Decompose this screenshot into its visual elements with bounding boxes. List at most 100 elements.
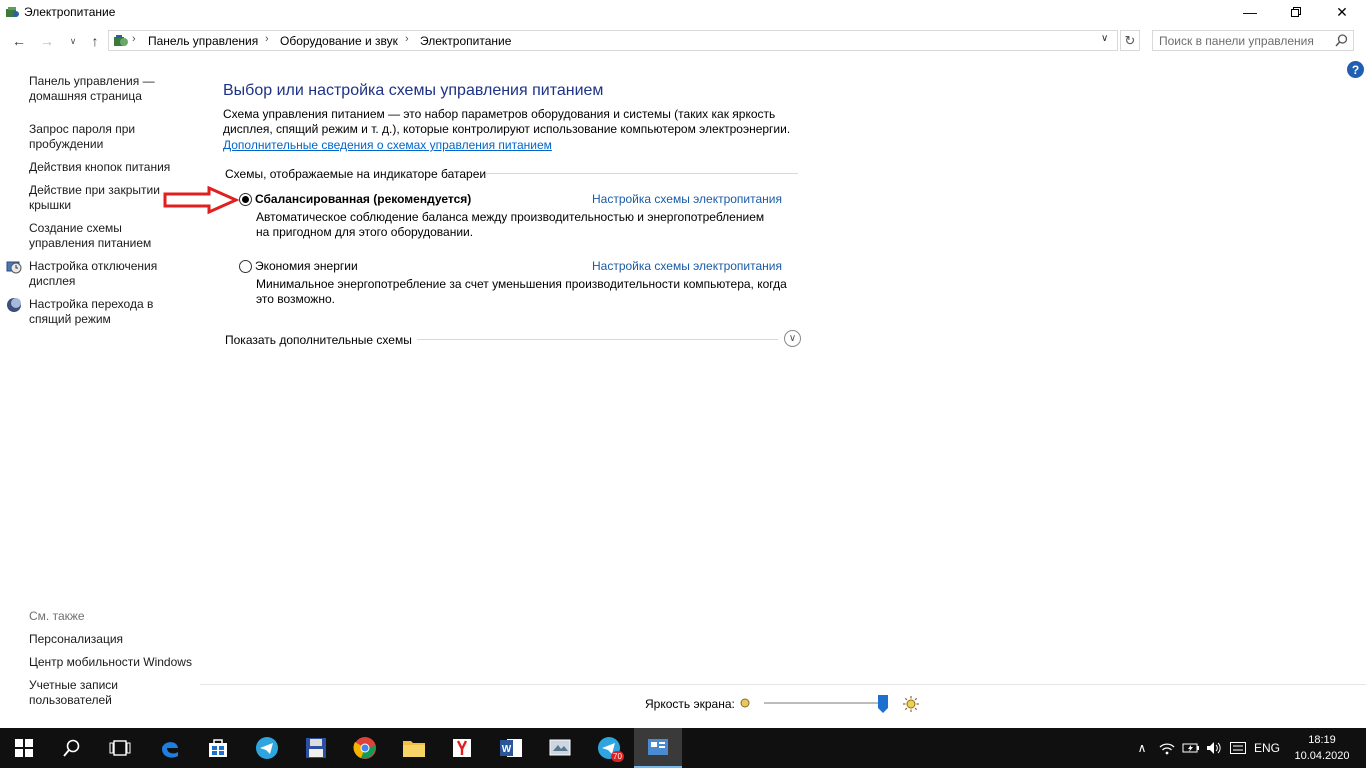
clock-date: 10.04.2020 <box>1294 750 1350 762</box>
svg-text:W: W <box>502 744 512 755</box>
see-also-personalization[interactable]: Персонализация <box>29 632 189 647</box>
keyboard-icon <box>1230 742 1246 754</box>
search-icon <box>63 739 80 757</box>
recent-locations-button[interactable]: ∨ <box>62 28 84 54</box>
plan-power-saver-radio[interactable] <box>239 260 252 273</box>
wifi-icon <box>1159 743 1175 755</box>
more-info-link[interactable]: Дополнительные сведения о схемах управле… <box>223 138 552 152</box>
title-bar: Электропитание — ✕ <box>0 0 1366 24</box>
search-box[interactable] <box>1152 30 1354 51</box>
start-icon <box>15 739 33 757</box>
close-button[interactable]: ✕ <box>1319 0 1365 24</box>
plan-balanced-settings-link[interactable]: Настройка схемы электропитания <box>592 192 782 206</box>
group-divider <box>486 173 798 174</box>
telegram-unread-badge: 70 <box>611 751 624 762</box>
minimize-icon: — <box>1243 4 1257 20</box>
expand-plans-button[interactable]: ∨ <box>784 330 801 347</box>
telegram-icon <box>256 737 278 759</box>
file-explorer-icon <box>403 741 425 757</box>
search-input[interactable] <box>1159 33 1329 48</box>
forward-button[interactable]: → <box>36 28 58 54</box>
taskbar-telegram-2[interactable]: 70 <box>585 728 633 768</box>
address-dropdown-icon[interactable]: ∨ <box>1101 33 1108 44</box>
taskbar-word[interactable]: W <box>487 728 535 768</box>
tray-overflow-button[interactable]: ∧ <box>1134 728 1150 768</box>
plan-balanced-name[interactable]: Сбалансированная (рекомендуется) <box>255 192 471 206</box>
word-icon: W <box>500 739 522 757</box>
chevron-down-icon: ∨ <box>69 35 77 46</box>
sidebar-item-power-buttons[interactable]: Действия кнопок питания <box>29 160 189 175</box>
breadcrumb-power-options[interactable]: Электропитание <box>420 34 511 48</box>
show-more-plans-label[interactable]: Показать дополнительные схемы <box>225 333 412 347</box>
display-clock-icon <box>6 261 22 274</box>
taskbar-app-floppy[interactable] <box>292 728 340 768</box>
up-button[interactable]: ↑ <box>84 28 106 54</box>
tray-input-indicator[interactable] <box>1228 728 1248 768</box>
control-panel-icon <box>648 739 668 755</box>
tray-battery[interactable] <box>1181 728 1201 768</box>
brightness-high-icon <box>903 696 919 712</box>
chrome-icon <box>353 737 376 759</box>
tray-clock[interactable]: 18:19 10.04.2020 <box>1290 732 1354 764</box>
taskbar-chrome[interactable] <box>341 728 389 768</box>
search-icon[interactable] <box>1335 34 1348 47</box>
arrow-left-icon: ← <box>12 33 26 49</box>
start-button[interactable] <box>0 728 48 768</box>
plans-group-label: Схемы, отображаемые на индикаторе батаре… <box>225 167 487 181</box>
taskbar-app-window[interactable] <box>536 728 584 768</box>
taskbar-store[interactable] <box>194 728 242 768</box>
red-arrow-annotation <box>163 186 239 214</box>
footer-divider <box>200 684 1366 685</box>
speaker-icon <box>1207 742 1221 754</box>
taskbar-file-explorer[interactable] <box>390 728 438 768</box>
restore-button[interactable] <box>1273 0 1319 24</box>
brightness-slider-fill <box>764 702 884 704</box>
plan-power-saver-name[interactable]: Экономия энергии <box>255 259 358 273</box>
tray-language[interactable]: ENG <box>1252 728 1282 768</box>
brightness-slider-track[interactable] <box>764 702 888 704</box>
breadcrumb-control-panel[interactable]: Панель управления <box>148 34 258 48</box>
taskbar-telegram[interactable] <box>243 728 291 768</box>
breadcrumb-hardware-sound[interactable]: Оборудование и звук <box>280 34 398 48</box>
plan-power-saver-description: Минимальное энергопотребление за счет ум… <box>256 277 787 306</box>
battery-charging-icon <box>1182 743 1199 753</box>
window-title: Электропитание <box>24 5 116 19</box>
tray-network[interactable] <box>1158 728 1176 768</box>
sidebar-item-lid-close[interactable]: Действие при закрытии крышки <box>29 183 169 213</box>
minimize-button[interactable]: — <box>1227 0 1273 24</box>
tray-volume[interactable] <box>1204 728 1224 768</box>
moon-icon <box>7 298 21 312</box>
sidebar-item-password-on-wake[interactable]: Запрос пароля при пробуждении <box>29 122 189 152</box>
chevron-down-icon: ∨ <box>788 333 797 344</box>
see-also-heading: См. также <box>29 609 85 623</box>
see-also-mobility-center[interactable]: Центр мобильности Windows <box>29 655 199 670</box>
plan-power-saver-settings-link[interactable]: Настройка схемы электропитания <box>592 259 782 273</box>
see-also-user-accounts[interactable]: Учетные записи пользователей <box>29 678 129 708</box>
taskbar-yandex[interactable] <box>438 728 486 768</box>
clock-time: 18:19 <box>1308 734 1336 746</box>
sidebar-item-create-plan[interactable]: Создание схемы управления питанием <box>29 221 189 251</box>
sidebar-item-display-off[interactable]: Настройка отключения дисплея <box>29 259 189 289</box>
taskbar-edge[interactable] <box>146 728 194 768</box>
taskbar-control-panel-active[interactable] <box>634 728 682 768</box>
store-icon <box>209 739 227 757</box>
help-icon[interactable]: ? <box>1347 61 1364 78</box>
task-view-icon <box>109 740 131 756</box>
control-panel-icon <box>114 35 128 46</box>
back-button[interactable]: ← <box>8 28 30 54</box>
sidebar-item-sleep[interactable]: Настройка перехода в спящий режим <box>29 297 189 327</box>
task-view-button[interactable] <box>96 728 144 768</box>
brightness-slider-thumb[interactable] <box>878 695 889 713</box>
address-bar[interactable]: › Панель управления › Оборудование и зву… <box>108 30 1118 51</box>
refresh-button[interactable]: ↻ <box>1120 30 1140 51</box>
taskbar-search-button[interactable] <box>48 728 96 768</box>
breadcrumb-separator-icon: › <box>405 33 409 45</box>
taskbar: W 70 ∧ ENG 18:19 10.04.2020 <box>0 728 1366 768</box>
sidebar-item-control-panel-home[interactable]: Панель управления — домашняя страница <box>29 74 189 104</box>
show-more-divider <box>417 339 778 340</box>
chevron-up-icon: ∧ <box>1137 741 1147 755</box>
floppy-save-icon <box>306 738 326 758</box>
show-desktop-button[interactable] <box>1358 728 1366 768</box>
plan-balanced-radio[interactable] <box>239 193 252 206</box>
breadcrumb-separator-icon: › <box>265 33 269 45</box>
